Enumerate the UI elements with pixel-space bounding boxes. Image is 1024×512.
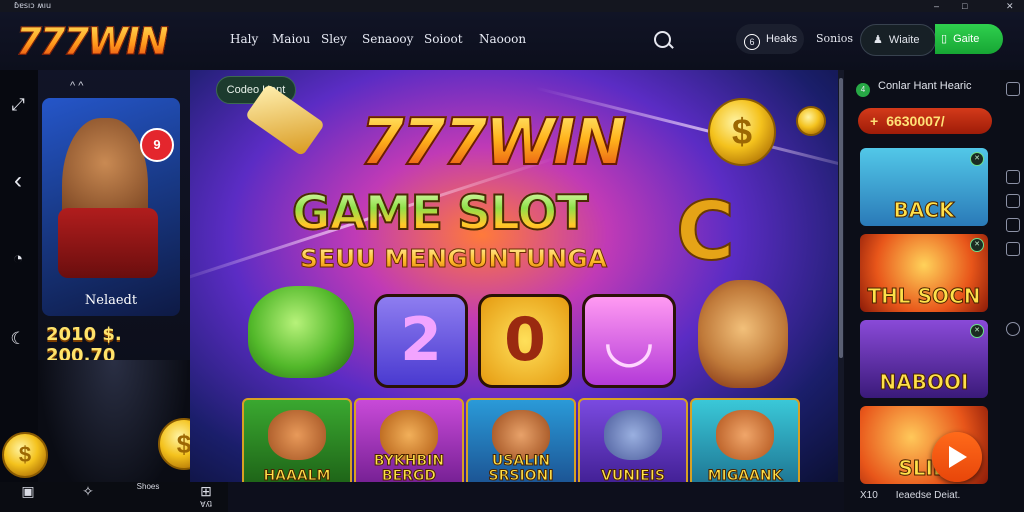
bottom-tab-4[interactable]: ⊞ Ɐʎʇ	[188, 482, 224, 512]
footer-count: X10	[860, 490, 878, 501]
game-card-title: USALIN SRSIONI	[488, 453, 554, 482]
info-icon[interactable]	[1006, 322, 1020, 336]
game-card[interactable]: BYKHBIN BERGD	[354, 398, 464, 482]
game-card-image	[268, 410, 326, 460]
play-button[interactable]	[932, 432, 982, 482]
bottom-tab-3[interactable]: Shoes	[128, 482, 168, 512]
hero-banner[interactable]: Codeo Hent $ 777WIN GAME SLOT C SEUU MEN…	[190, 70, 838, 482]
coin-icon: $	[2, 432, 48, 478]
bottom-bar: ▣ ✧ Shoes ⊞ Ɐʎʇ	[0, 482, 228, 512]
game-card[interactable]: MIGAANK	[690, 398, 800, 482]
app-icon[interactable]	[1006, 82, 1020, 96]
minimize-icon[interactable]: –	[934, 0, 939, 12]
mode-icon: 6	[744, 34, 760, 50]
slot-tile-2: 0	[478, 294, 572, 388]
game-card[interactable]: USALIN SRSIONI	[466, 398, 576, 482]
user-icon: ♟	[873, 34, 883, 46]
app-icon[interactable]	[1006, 194, 1020, 208]
site-logo[interactable]: 777WIN	[16, 20, 170, 64]
nav-item-1[interactable]: Haly	[230, 32, 258, 46]
footer-link[interactable]: Ieaedse Deiat.	[896, 490, 961, 501]
plus-icon: +	[870, 113, 879, 129]
bottom-tab-label: Shoes	[136, 482, 160, 491]
clock-icon[interactable]: ◔	[5, 246, 31, 272]
sort-arrows[interactable]: ^ ^	[70, 80, 83, 92]
nav-item-5[interactable]: Soioot	[424, 32, 463, 46]
game-card[interactable]: ✕ THL SOCN	[860, 234, 988, 312]
game-card-image	[604, 410, 662, 460]
promo-label: Nelaedt	[84, 293, 138, 308]
mode-button[interactable]: 6 Heaks	[736, 24, 804, 54]
right-column-footer: X10 Ieaedse Deiat.	[860, 490, 960, 501]
game-card-title: MIGAANK	[707, 468, 783, 482]
hero-title: 777WIN	[359, 105, 628, 181]
signup-link[interactable]: Sonios	[816, 24, 854, 54]
slot-tile-3: ◡	[582, 294, 676, 388]
game-card-title: BACK	[893, 198, 955, 223]
screen-icon: ▣	[21, 483, 35, 499]
top-navigation: 777WIN Haly Maiou Sley Senaooy Soioot Na…	[0, 12, 1024, 70]
mode-label: Heaks	[766, 33, 798, 45]
bottom-tab-label: Ɐʎʇ	[200, 500, 212, 509]
coin-icon: $	[708, 98, 776, 166]
character-jacket	[58, 208, 158, 278]
game-card-title: NABOOI	[879, 370, 969, 395]
wallet-icon: ▯	[941, 33, 948, 45]
scrollbar-thumb[interactable]	[839, 78, 843, 358]
game-card-title: VUNIEIS	[601, 468, 666, 482]
slot-tile-1: 2	[374, 294, 468, 388]
login-label: Wiaite	[888, 34, 920, 46]
nav-item-4[interactable]: Senaooy	[362, 32, 413, 46]
game-card-title: BYKHBIN BERGD	[373, 453, 445, 482]
balance-button[interactable]: +6630007/	[858, 108, 992, 134]
window-title: ɓɐsıɔ ʍıu	[14, 1, 52, 10]
hero-subtitle-letter: C	[675, 185, 736, 279]
login-button[interactable]: ♟ Wiaite	[860, 24, 936, 56]
app-icon[interactable]	[1006, 218, 1020, 232]
right-column-title: Conlar Hant Hearic	[878, 80, 972, 92]
maximize-icon[interactable]: □	[962, 0, 967, 12]
close-icon[interactable]: ✕	[1006, 0, 1014, 12]
game-card-title: HAAALM	[263, 468, 331, 482]
expand-icon[interactable]: ⤢	[5, 92, 31, 118]
close-icon[interactable]: ✕	[970, 324, 984, 338]
bottom-tab-2[interactable]: ✧	[70, 482, 106, 512]
close-icon[interactable]: ✕	[970, 238, 984, 252]
register-button[interactable]: ▯ Gaite	[935, 24, 1003, 54]
game-card[interactable]: VUNIEIS	[578, 398, 688, 482]
nav-item-3[interactable]: Sley	[321, 32, 347, 46]
app-icon[interactable]	[1006, 170, 1020, 184]
register-label: Gaite	[953, 33, 980, 45]
grid-icon: ⊞	[200, 483, 212, 499]
game-card[interactable]: HAAALM	[242, 398, 352, 482]
balance-value: 6630007/	[886, 113, 945, 129]
promo-card[interactable]: 9 Nelaedt	[42, 98, 180, 316]
bottom-tab-1[interactable]: ▣	[10, 482, 46, 512]
chevron-left-icon[interactable]: ‹	[5, 168, 31, 194]
hero-tagline: SEUU MENGUNTUNGA	[299, 244, 608, 274]
right-column-header: 4 Conlar Hant Hearic	[856, 80, 972, 97]
game-card-image	[716, 410, 774, 460]
pirate-character	[698, 280, 788, 388]
game-card[interactable]: ✕ NABOOI	[860, 320, 988, 398]
close-icon[interactable]: ✕	[970, 152, 984, 166]
coin-icon	[796, 106, 826, 136]
hero-subtitle: GAME SLOT	[291, 185, 589, 242]
window-titlebar: ɓɐsıɔ ʍıu – □ ✕	[0, 0, 1024, 12]
green-cat-character	[248, 286, 354, 378]
game-card[interactable]: ✕ BACK	[860, 148, 988, 226]
star-icon: ✧	[82, 483, 94, 499]
nav-item-2[interactable]: Maiou	[272, 32, 310, 46]
search-icon[interactable]	[654, 31, 671, 48]
moon-icon[interactable]: ☾	[5, 326, 31, 352]
app-icon[interactable]	[1006, 242, 1020, 256]
game-card-title: THL SOCN	[867, 284, 981, 309]
nav-item-6[interactable]: Naooon	[479, 32, 526, 46]
far-right-toolbar	[1000, 70, 1024, 512]
status-icon: 4	[856, 83, 870, 97]
promo-badge: 9	[140, 128, 174, 162]
